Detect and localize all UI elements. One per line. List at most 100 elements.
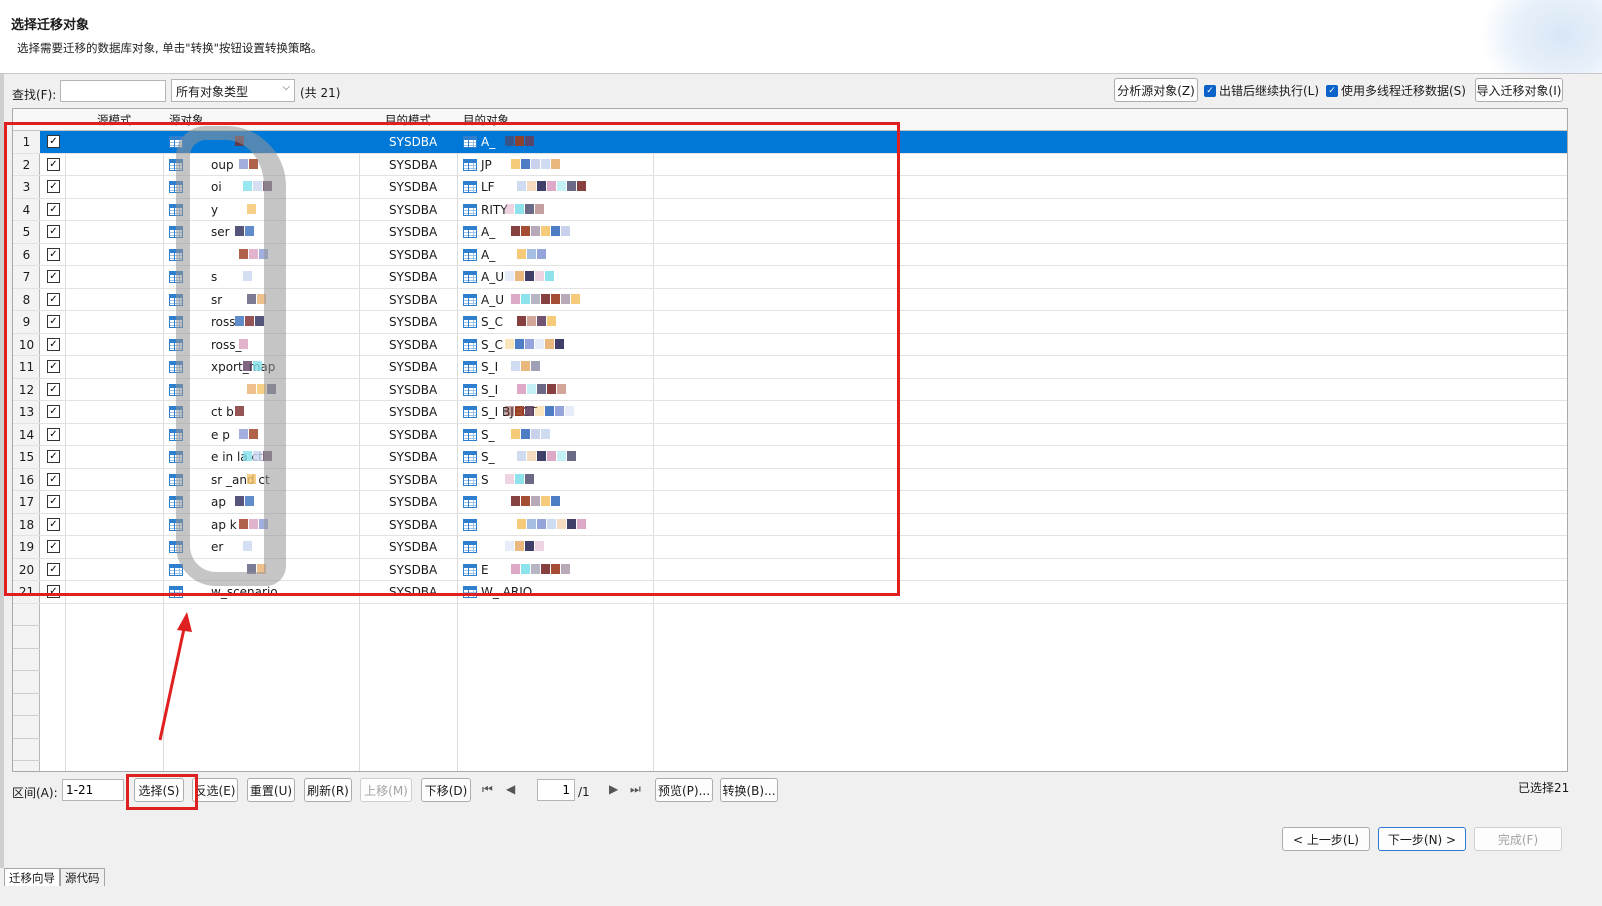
table-row[interactable]: 10 ✓ ross_ SYSDBA S_C xyxy=(13,334,1567,356)
move-down-button[interactable]: 下移(D) xyxy=(421,778,471,802)
refresh-button[interactable]: 刷新(R) xyxy=(304,778,352,802)
row-checkbox[interactable]: ✓ xyxy=(47,360,60,373)
redaction-mosaic xyxy=(505,541,544,551)
move-up-button[interactable]: 上移(M) xyxy=(360,778,412,802)
import-objects-button[interactable]: 导入迁移对象(I) xyxy=(1475,78,1563,102)
table-row[interactable]: 4 ✓ y SYSDBA RITY xyxy=(13,199,1567,221)
target-schema-cell: SYSDBA xyxy=(389,180,438,194)
row-number: 4 xyxy=(22,202,31,217)
find-input[interactable] xyxy=(60,80,166,102)
table-row[interactable]: 1 ✓ SYSDBA A_ xyxy=(13,131,1567,154)
table-icon xyxy=(463,563,477,576)
empty-row-header xyxy=(13,716,40,739)
row-checkbox[interactable]: ✓ xyxy=(47,337,60,351)
first-page-icon[interactable]: ⏮ xyxy=(482,782,493,797)
redaction-mosaic xyxy=(511,293,580,304)
source-object-cell: s xyxy=(211,270,218,284)
select-button[interactable]: 选择(S) xyxy=(134,778,184,802)
target-object-cell: A_ xyxy=(481,225,496,239)
column-target-schema[interactable]: 目的模式 xyxy=(385,112,431,128)
column-source-object[interactable]: 源对象 xyxy=(169,112,204,128)
row-checkbox[interactable]: ✓ xyxy=(47,450,60,463)
table-row[interactable]: 11✓xport_mapSYSDBAS_I xyxy=(13,356,1567,379)
table-row[interactable]: 15 ✓ e in la ct SYSDBA S_ xyxy=(13,446,1567,469)
row-checkbox[interactable]: ✓ xyxy=(47,135,60,148)
row-checkbox[interactable]: ✓ xyxy=(47,562,60,576)
table-row[interactable]: 17 ✓ ap SYSDBA xyxy=(13,491,1567,514)
row-checkbox[interactable]: ✓ xyxy=(47,405,60,418)
table-row[interactable]: 7 ✓ s SYSDBA A_U xyxy=(13,266,1567,289)
row-number: 1 xyxy=(13,131,40,153)
tab-migration-wizard[interactable]: 迁移向导 xyxy=(4,868,60,886)
chevron-down-icon: ⌵ xyxy=(282,82,290,93)
table-icon xyxy=(463,586,477,598)
table-row[interactable]: 18 ✓ ap k SYSDBA xyxy=(13,514,1567,536)
row-checkbox[interactable]: ✓ xyxy=(47,315,60,328)
previous-page-icon[interactable]: ◀ xyxy=(506,782,515,796)
table-icon xyxy=(463,473,477,486)
table-row[interactable]: 12 ✓ SYSDBA S_I xyxy=(13,379,1567,401)
empty-row-header xyxy=(13,604,40,626)
table-row[interactable]: 13 ✓ ct b SYSDBA S_I BJECT xyxy=(13,401,1567,424)
column-source-schema[interactable]: 源模式 xyxy=(97,112,132,128)
row-checkbox[interactable]: ✓ xyxy=(47,292,60,306)
row-checkbox[interactable]: ✓ xyxy=(47,495,60,508)
row-checkbox[interactable]: ✓ xyxy=(47,585,60,598)
tab-source-code[interactable]: 源代码 xyxy=(60,868,105,886)
finish-button[interactable]: 完成(F) xyxy=(1474,827,1562,851)
table-row[interactable]: 20 ✓ SYSDBA E xyxy=(13,559,1567,581)
reset-button[interactable]: 重置(U) xyxy=(247,778,295,802)
table-icon xyxy=(169,136,183,148)
page-input[interactable] xyxy=(537,779,575,801)
target-schema-cell: SYSDBA xyxy=(389,270,438,284)
table-row[interactable]: 14 ✓ e p SYSDBA S_ xyxy=(13,424,1567,446)
table-row[interactable]: 3 ✓ oi SYSDBA LF xyxy=(13,176,1567,199)
row-number: 12 xyxy=(18,382,35,397)
redaction-mosaic xyxy=(247,383,276,394)
source-object-cell: er xyxy=(211,540,224,554)
convert-button[interactable]: 转换(B)... xyxy=(720,778,778,802)
row-checkbox[interactable]: ✓ xyxy=(47,180,60,193)
last-page-icon[interactable]: ⏭ xyxy=(630,782,641,797)
table-row[interactable]: 21 ✓ w_scenario SYSDBA W_ ARIO xyxy=(13,581,1567,604)
row-checkbox[interactable]: ✓ xyxy=(47,517,60,531)
row-checkbox[interactable]: ✓ xyxy=(47,540,60,553)
table-row[interactable]: 5 ✓ ser SYSDBA A_ xyxy=(13,221,1567,244)
table-icon xyxy=(463,226,477,238)
row-number: 2 xyxy=(22,157,31,172)
object-type-select[interactable]: 所有对象类型 ⌵ xyxy=(171,79,295,102)
row-checkbox[interactable]: ✓ xyxy=(47,270,60,283)
continue-on-error-checkbox[interactable]: ✓ 出错后继续执行(L) xyxy=(1204,82,1319,99)
table-row[interactable]: 19 ✓ er SYSDBA xyxy=(13,536,1567,559)
column-target-object[interactable]: 目的对象 xyxy=(463,112,509,128)
multithread-checkbox[interactable]: ✓ 使用多线程迁移数据(S) xyxy=(1326,82,1466,99)
range-input[interactable] xyxy=(62,779,124,801)
table-row[interactable]: 9 ✓ ross SYSDBA S_C xyxy=(13,311,1567,334)
next-page-icon[interactable]: ▶ xyxy=(609,782,618,796)
row-checkbox[interactable]: ✓ xyxy=(47,472,60,486)
row-checkbox[interactable]: ✓ xyxy=(47,247,60,261)
row-checkbox[interactable]: ✓ xyxy=(47,202,60,216)
target-schema-cell: SYSDBA xyxy=(389,337,438,352)
preview-button[interactable]: 预览(P)... xyxy=(655,778,713,802)
row-number: 21 xyxy=(18,585,35,599)
table-row[interactable]: 6 ✓ SYSDBA A_ xyxy=(13,244,1567,266)
row-checkbox[interactable]: ✓ xyxy=(47,427,60,441)
object-table[interactable]: 源模式 源对象 目的模式 目的对象 1 ✓ SYSDBA A_ 2 ✓ oup SYSDBA J… xyxy=(12,108,1568,772)
target-schema-cell: SYSDBA xyxy=(389,585,438,599)
analyze-source-button[interactable]: 分析源对象(Z) xyxy=(1114,78,1198,102)
table-icon xyxy=(169,451,183,463)
row-checkbox[interactable]: ✓ xyxy=(47,225,60,238)
previous-step-button[interactable]: < 上一步(L) xyxy=(1282,827,1370,851)
row-checkbox[interactable]: ✓ xyxy=(47,157,60,171)
table-icon xyxy=(169,181,183,193)
invert-selection-button[interactable]: 反选(E) xyxy=(192,778,238,802)
table-row[interactable]: 8 ✓ sr SYSDBA A_U xyxy=(13,289,1567,311)
next-step-button[interactable]: 下一步(N) > xyxy=(1378,827,1466,851)
row-checkbox[interactable]: ✓ xyxy=(47,382,60,396)
row-number: 20 xyxy=(18,562,35,577)
redaction-mosaic xyxy=(511,361,540,371)
table-row[interactable]: 2 ✓ oup SYSDBA JP xyxy=(13,154,1567,176)
table-row[interactable]: 16 ✓ sr _and ct SYSDBA S xyxy=(13,469,1567,491)
target-schema-cell: SYSDBA xyxy=(389,427,438,442)
